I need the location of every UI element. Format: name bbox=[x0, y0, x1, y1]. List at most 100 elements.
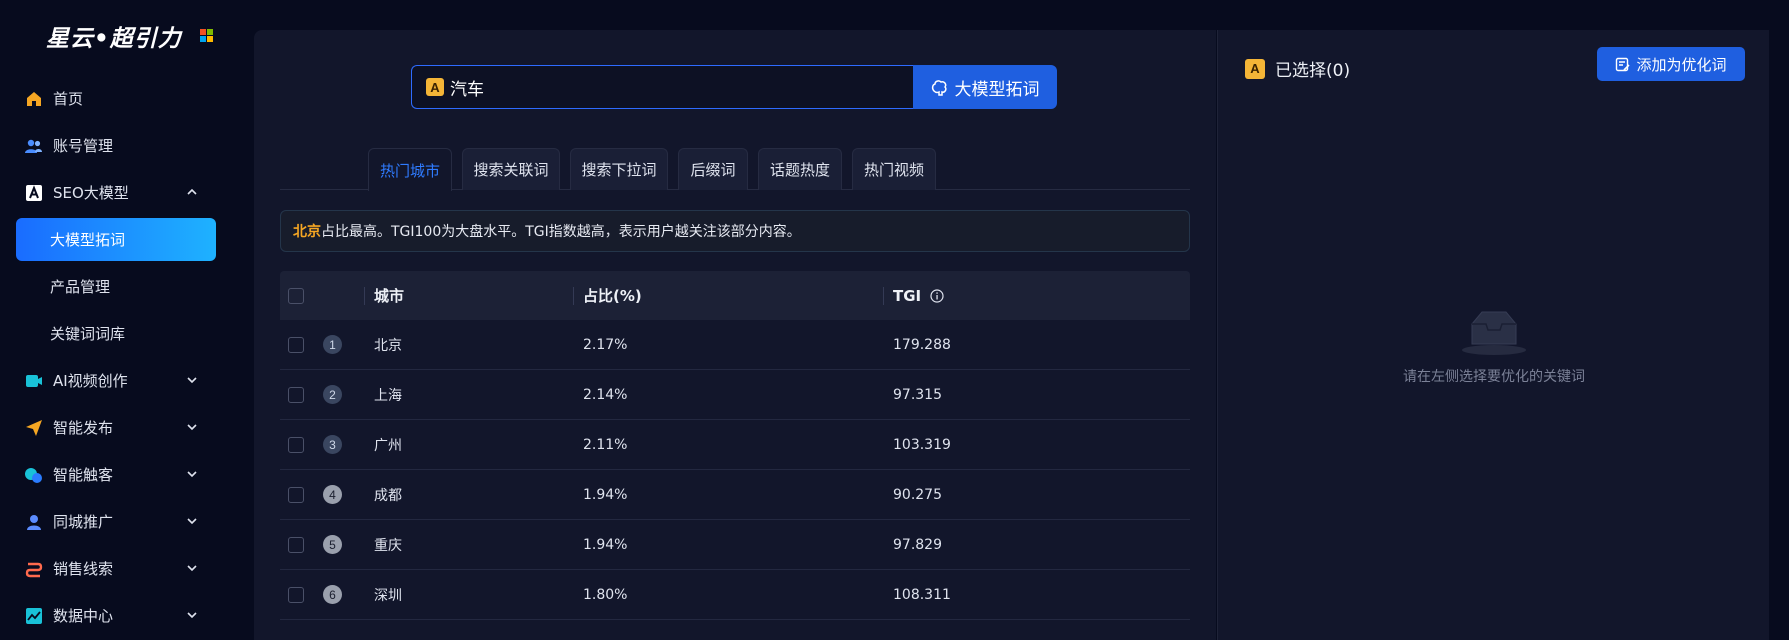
table-row[interactable]: 1 北京 2.17% 179.288 bbox=[280, 320, 1190, 370]
cell-tgi: 97.829 bbox=[893, 536, 942, 553]
cell-ratio: 1.80% bbox=[583, 586, 628, 603]
main-panel: A 大模型拓词 热门城市 搜索关联词 搜索下拉词 后缀词 话题热度 热门视频 北… bbox=[254, 30, 1216, 640]
table-row[interactable]: 4 成都 1.94% 90.275 bbox=[280, 470, 1190, 520]
row-checkbox[interactable] bbox=[288, 386, 304, 403]
tab-label: 搜索关联词 bbox=[473, 161, 549, 179]
chevron-up-icon[interactable] bbox=[184, 184, 200, 200]
empty-inbox-icon bbox=[1462, 311, 1526, 355]
info-icon[interactable] bbox=[930, 288, 944, 303]
chart-icon bbox=[24, 606, 43, 625]
tab-bar: 热门城市 搜索关联词 搜索下拉词 后缀词 话题热度 热门视频 bbox=[280, 148, 1190, 191]
cell-ratio: 2.14% bbox=[583, 386, 628, 403]
sidebar-item-label: AI视频创作 bbox=[53, 372, 128, 390]
sidebar-subitem-model-expand[interactable]: 大模型拓词 bbox=[16, 218, 216, 261]
chevron-down-icon[interactable] bbox=[184, 419, 200, 435]
sidebar-item-label: 账号管理 bbox=[53, 137, 114, 155]
sidebar-item-label: 首页 bbox=[53, 90, 84, 108]
sidebar-nav: 首页 账号管理 SEO大模型 大模型拓词 产品管理 关键词词库 AI视频创作 智… bbox=[0, 75, 232, 639]
search-button-label: 大模型拓词 bbox=[954, 79, 1040, 100]
home-icon bbox=[24, 89, 43, 108]
sidebar-item-label: 智能发布 bbox=[53, 419, 114, 437]
cell-city: 上海 bbox=[374, 387, 402, 404]
table-header: 城市 占比(%) TGI bbox=[280, 271, 1190, 320]
sidebar-item-sales-leads[interactable]: 销售线索 bbox=[0, 545, 232, 592]
empty-state: 请在左侧选择要优化的关键词 bbox=[1218, 310, 1770, 386]
select-all-checkbox[interactable] bbox=[288, 287, 304, 304]
chevron-down-icon[interactable] bbox=[184, 607, 200, 623]
tab-label: 热门城市 bbox=[379, 161, 440, 180]
header-city: 城市 bbox=[374, 287, 405, 305]
column-divider bbox=[573, 287, 574, 305]
sidebar-item-label: 销售线索 bbox=[53, 560, 114, 578]
sidebar-subitem-label: 大模型拓词 bbox=[50, 231, 126, 249]
add-optimized-words-button[interactable]: 添加为优化词 bbox=[1597, 47, 1745, 81]
table-row[interactable]: 2 上海 2.14% 97.315 bbox=[280, 370, 1190, 420]
sidebar-item-smart-publish[interactable]: 智能发布 bbox=[0, 404, 232, 451]
tab-suffix-words[interactable]: 后缀词 bbox=[678, 148, 748, 190]
sidebar-item-accounts[interactable]: 账号管理 bbox=[0, 122, 232, 169]
brand-logo[interactable]: 星云•超引力 bbox=[46, 18, 182, 54]
row-checkbox[interactable] bbox=[288, 336, 304, 353]
city-table: 城市 占比(%) TGI 1 北京 2.17% 179.288 2 上海 2.1… bbox=[280, 271, 1190, 620]
sidebar: 星云•超引力 首页 账号管理 SEO大模型 大模型拓词 产品管理 关键词词库 A… bbox=[0, 0, 232, 640]
rank-badge: 2 bbox=[323, 385, 342, 404]
empty-hint: 请在左侧选择要优化的关键词 bbox=[1403, 369, 1585, 385]
tab-hot-cities[interactable]: 热门城市 bbox=[368, 148, 452, 191]
location-user-icon bbox=[24, 512, 43, 531]
row-checkbox[interactable] bbox=[288, 436, 304, 453]
tab-hot-videos[interactable]: 热门视频 bbox=[852, 148, 936, 190]
cell-city: 北京 bbox=[374, 337, 402, 354]
expand-keywords-button[interactable]: 大模型拓词 bbox=[913, 65, 1057, 109]
selection-header: A 已选择(0) bbox=[1245, 56, 1350, 81]
rank-badge: 5 bbox=[323, 535, 342, 554]
cell-city: 成都 bbox=[374, 487, 402, 504]
search-input[interactable] bbox=[450, 77, 890, 97]
users-icon bbox=[24, 136, 43, 155]
cell-ratio: 1.94% bbox=[583, 486, 628, 503]
chevron-down-icon[interactable] bbox=[184, 466, 200, 482]
tab-related-keywords[interactable]: 搜索关联词 bbox=[462, 148, 560, 190]
edit-doc-icon bbox=[1616, 57, 1631, 71]
sidebar-item-seo-model[interactable]: SEO大模型 bbox=[0, 169, 232, 216]
add-button-label: 添加为优化词 bbox=[1636, 55, 1727, 74]
cell-city: 深圳 bbox=[374, 587, 402, 604]
sidebar-item-ai-video[interactable]: AI视频创作 bbox=[0, 357, 232, 404]
tab-label: 后缀词 bbox=[690, 161, 736, 179]
logo-text: 星云•超引力 bbox=[46, 25, 182, 52]
sidebar-subitem-keyword-library[interactable]: 关键词词库 bbox=[0, 310, 232, 357]
tab-label: 话题热度 bbox=[769, 161, 830, 179]
windows-icon bbox=[200, 29, 213, 42]
cell-ratio: 1.94% bbox=[583, 536, 628, 553]
header-tgi[interactable]: TGI bbox=[893, 287, 944, 305]
chevron-down-icon[interactable] bbox=[184, 560, 200, 576]
rank-badge: 6 bbox=[323, 585, 342, 604]
chevron-down-icon[interactable] bbox=[184, 372, 200, 388]
search-box[interactable]: A bbox=[411, 65, 913, 109]
sidebar-item-smart-contact[interactable]: 智能触客 bbox=[0, 451, 232, 498]
row-checkbox[interactable] bbox=[288, 536, 304, 553]
contact-icon bbox=[24, 465, 43, 484]
cell-tgi: 97.315 bbox=[893, 386, 942, 403]
row-checkbox[interactable] bbox=[288, 586, 304, 603]
column-divider bbox=[883, 287, 884, 305]
sidebar-subitem-label: 产品管理 bbox=[50, 278, 111, 296]
leads-icon bbox=[24, 559, 43, 578]
sidebar-item-local-promo[interactable]: 同城推广 bbox=[0, 498, 232, 545]
header-ratio[interactable]: 占比(%) bbox=[583, 285, 642, 306]
sidebar-item-label: 数据中心 bbox=[53, 607, 114, 625]
table-row[interactable]: 5 重庆 1.94% 97.829 bbox=[280, 520, 1190, 570]
table-row[interactable]: 6 深圳 1.80% 108.311 bbox=[280, 570, 1190, 620]
tab-topic-heat[interactable]: 话题热度 bbox=[758, 148, 842, 190]
sidebar-subitem-products[interactable]: 产品管理 bbox=[0, 263, 232, 310]
sidebar-item-home[interactable]: 首页 bbox=[0, 75, 232, 122]
info-notice: 北京 占比最高。TGI100为大盘水平。TGI指数越高，表示用户越关注该部分内容… bbox=[280, 210, 1190, 252]
tab-dropdown-keywords[interactable]: 搜索下拉词 bbox=[570, 148, 668, 190]
search-bar: A 大模型拓词 bbox=[411, 65, 1057, 109]
sidebar-item-data-center[interactable]: 数据中心 bbox=[0, 592, 232, 639]
model-a-icon: A bbox=[1245, 58, 1265, 79]
selection-panel: A 已选择(0) 添加为优化词 请在左侧选择要优化的关键词 bbox=[1217, 30, 1769, 640]
row-checkbox[interactable] bbox=[288, 486, 304, 503]
chevron-down-icon[interactable] bbox=[184, 513, 200, 529]
table-row[interactable]: 3 广州 2.11% 103.319 bbox=[280, 420, 1190, 470]
brain-icon bbox=[931, 79, 947, 96]
